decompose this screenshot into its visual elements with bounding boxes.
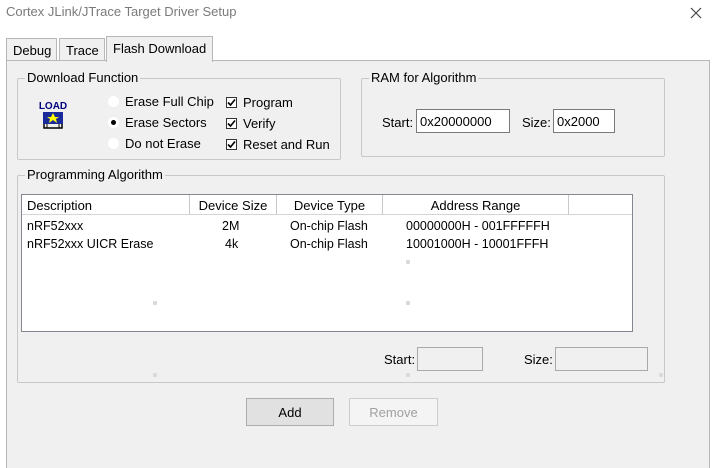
- column-header-device-size[interactable]: Device Size: [190, 195, 277, 215]
- remove-button[interactable]: Remove: [349, 398, 438, 426]
- ram-for-algorithm-group: RAM for Algorithm Start: Size:: [361, 70, 665, 157]
- radio-selected-dot: [111, 120, 116, 125]
- check-mark-icon: [227, 119, 236, 128]
- tab-debug[interactable]: Debug: [6, 38, 57, 61]
- download-function-group: Download Function LOAD Erase Full Chip E…: [17, 70, 341, 160]
- load-icon-text: LOAD: [39, 101, 67, 112]
- tab-label: Debug: [13, 43, 52, 58]
- radio-button[interactable]: [108, 96, 119, 107]
- algo-start-input[interactable]: [417, 347, 483, 371]
- cell-address-range: 00000000H - 001FFFFFH: [406, 219, 550, 233]
- tab-flash-download[interactable]: Flash Download: [106, 36, 213, 62]
- column-header-filler: [569, 195, 632, 215]
- list-header: Description Device Size Device Type Addr…: [22, 195, 632, 215]
- cell-device-type: On-chip Flash: [290, 237, 368, 251]
- column-header-description[interactable]: Description: [22, 195, 190, 215]
- cell-device-size: 2M: [222, 219, 240, 233]
- background-dot: [406, 373, 410, 377]
- tab-content-flash-download: Download Function LOAD Erase Full Chip E…: [6, 60, 710, 468]
- title-bar: Cortex JLink/JTrace Target Driver Setup: [0, 0, 716, 28]
- add-button[interactable]: Add: [246, 398, 334, 426]
- checkbox-label: Reset and Run: [243, 137, 330, 152]
- checkbox-verify[interactable]: Verify: [226, 116, 276, 131]
- algo-size-input[interactable]: [555, 347, 648, 371]
- tab-trace[interactable]: Trace: [59, 38, 105, 61]
- table-row[interactable]: nRF52xxx 2M On-chip Flash 00000000H - 00…: [22, 219, 632, 237]
- background-dot: [153, 373, 157, 377]
- radio-label: Erase Sectors: [125, 115, 207, 130]
- load-icon: LOAD: [36, 97, 70, 134]
- ram-start-input[interactable]: [416, 109, 510, 133]
- cell-description: nRF52xxx: [27, 219, 84, 233]
- table-row[interactable]: nRF52xxx UICR Erase 4k On-chip Flash 100…: [22, 237, 632, 255]
- check-mark-icon: [227, 98, 236, 107]
- background-dot: [659, 373, 663, 377]
- algorithm-list[interactable]: Description Device Size Device Type Addr…: [21, 194, 633, 332]
- check-mark-icon: [227, 140, 236, 149]
- cell-device-type: On-chip Flash: [290, 219, 368, 233]
- radio-erase-sectors[interactable]: Erase Sectors: [108, 115, 207, 130]
- cell-description: nRF52xxx UICR Erase: [27, 237, 154, 251]
- ram-size-input[interactable]: [553, 109, 615, 133]
- radio-button[interactable]: [108, 117, 119, 128]
- close-icon: [690, 7, 702, 19]
- checkbox-reset-and-run[interactable]: Reset and Run: [226, 137, 330, 152]
- checkbox-box[interactable]: [226, 118, 237, 129]
- tab-label: Flash Download: [113, 41, 207, 56]
- programming-algorithm-label: Programming Algorithm: [25, 167, 165, 182]
- background-dot: [153, 301, 157, 305]
- checkbox-program[interactable]: Program: [226, 95, 293, 110]
- checkbox-label: Program: [243, 95, 293, 110]
- window-title: Cortex JLink/JTrace Target Driver Setup: [6, 4, 237, 19]
- algo-start-label: Start:: [384, 352, 416, 367]
- radio-erase-full-chip[interactable]: Erase Full Chip: [108, 94, 214, 109]
- radio-label: Erase Full Chip: [125, 94, 214, 109]
- radio-button[interactable]: [108, 138, 119, 149]
- radio-do-not-erase[interactable]: Do not Erase: [108, 136, 201, 151]
- radio-label: Do not Erase: [125, 136, 201, 151]
- close-button[interactable]: [676, 0, 716, 26]
- checkbox-box[interactable]: [226, 97, 237, 108]
- cell-device-size: 4k: [225, 237, 239, 251]
- checkbox-box[interactable]: [226, 139, 237, 150]
- column-header-device-type[interactable]: Device Type: [277, 195, 383, 215]
- background-dot: [406, 260, 410, 264]
- tab-label: Trace: [66, 43, 99, 58]
- ram-start-label: Start:: [382, 115, 414, 130]
- download-function-label: Download Function: [25, 70, 141, 85]
- background-dot: [406, 301, 410, 305]
- checkbox-label: Verify: [243, 116, 276, 131]
- cell-address-range: 10001000H - 10001FFFH: [406, 237, 549, 251]
- ram-size-label: Size:: [522, 115, 551, 130]
- column-header-address-range[interactable]: Address Range: [383, 195, 569, 215]
- ram-for-algorithm-label: RAM for Algorithm: [369, 70, 479, 85]
- algo-size-label: Size:: [524, 352, 553, 367]
